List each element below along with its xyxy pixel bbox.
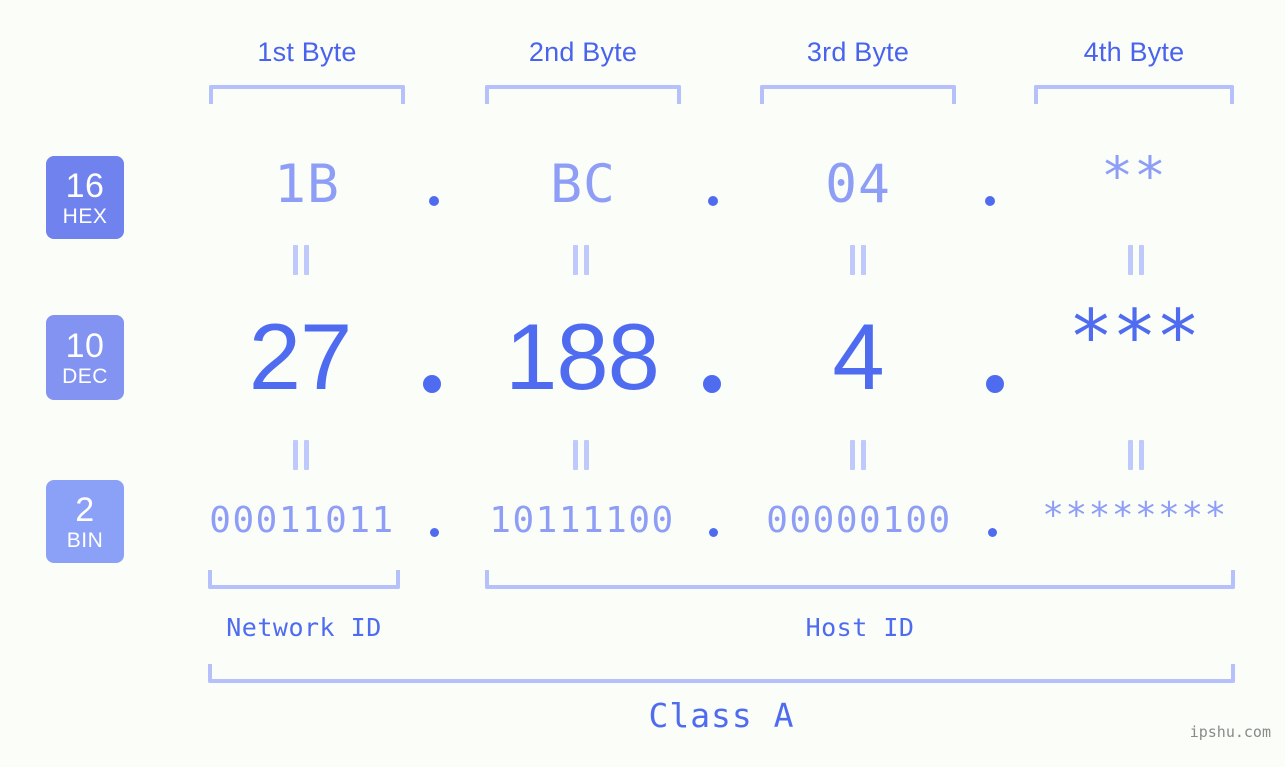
- site-watermark: ipshu.com: [1189, 723, 1271, 741]
- dec-separator-dot-1: [423, 375, 441, 393]
- byte-header-2: 2nd Byte: [528, 37, 638, 67]
- badge-bin: 2 BIN: [46, 480, 124, 563]
- byte-header-3: 3rd Byte: [806, 37, 910, 67]
- bin-byte-4: ********: [1042, 495, 1228, 536]
- badge-hex: 16 HEX: [46, 156, 124, 239]
- bin-separator-dot-2: [709, 528, 718, 537]
- badge-bin-number: 2: [75, 490, 95, 529]
- badge-dec-name: DEC: [62, 364, 108, 388]
- badge-dec-number: 10: [65, 326, 105, 365]
- byte-bracket-2: [485, 85, 681, 104]
- byte-bracket-4: [1034, 85, 1234, 104]
- byte-bracket-1: [209, 85, 405, 104]
- badge-hex-number: 16: [65, 166, 105, 205]
- badge-hex-name: HEX: [62, 204, 108, 228]
- equals-separator-hex-dec-2: [570, 245, 592, 275]
- host-id-bracket: [485, 570, 1235, 589]
- host-id-label: Host ID: [805, 613, 915, 642]
- bin-byte-2: 10111100: [489, 500, 675, 541]
- hex-byte-1: 1B: [274, 154, 340, 215]
- hex-separator-dot-3: [985, 196, 995, 206]
- dec-separator-dot-2: [703, 375, 721, 393]
- byte-header-1: 1st Byte: [257, 37, 357, 67]
- bin-byte-1: 00011011: [209, 500, 395, 541]
- bin-byte-3: 00000100: [766, 500, 952, 541]
- byte-header-4: 4th Byte: [1083, 37, 1185, 67]
- equals-separator-hex-dec-1: [290, 245, 312, 275]
- dec-byte-1: 27: [248, 304, 353, 409]
- hex-byte-4: **: [1101, 146, 1167, 207]
- bin-separator-dot-1: [430, 528, 439, 537]
- badge-dec: 10 DEC: [46, 315, 124, 400]
- ip-byte-breakdown-diagram: 1st Byte 2nd Byte 3rd Byte 4th Byte 16 H…: [0, 0, 1285, 767]
- dec-byte-4: ***: [1068, 294, 1201, 380]
- badge-bin-name: BIN: [66, 528, 104, 552]
- dec-byte-2: 188: [505, 304, 660, 409]
- equals-separator-dec-bin-3: [847, 440, 869, 470]
- hex-separator-dot-1: [429, 196, 439, 206]
- equals-separator-dec-bin-2: [570, 440, 592, 470]
- class-bracket: [208, 664, 1235, 683]
- hex-separator-dot-2: [708, 196, 718, 206]
- network-id-label: Network ID: [226, 613, 382, 642]
- hex-byte-2: BC: [550, 154, 616, 215]
- dec-separator-dot-3: [986, 375, 1004, 393]
- dec-byte-3: 4: [832, 304, 884, 409]
- byte-bracket-3: [760, 85, 956, 104]
- bin-separator-dot-3: [988, 528, 997, 537]
- equals-separator-dec-bin-1: [290, 440, 312, 470]
- equals-separator-hex-dec-4: [1125, 245, 1147, 275]
- class-label: Class A: [648, 696, 795, 735]
- hex-byte-3: 04: [825, 154, 891, 215]
- equals-separator-dec-bin-4: [1125, 440, 1147, 470]
- network-id-bracket: [208, 570, 400, 589]
- equals-separator-hex-dec-3: [847, 245, 869, 275]
